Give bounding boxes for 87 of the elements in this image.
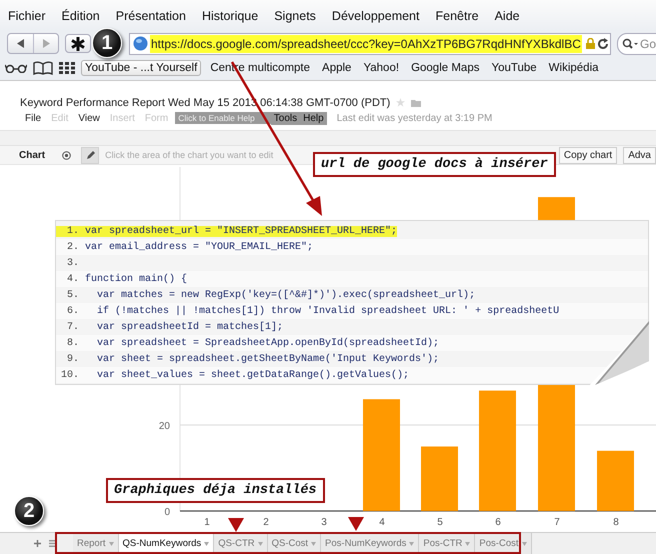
line-number: 4. [66,274,80,284]
code-line: var matches = new RegExp('key=([^&#]*)').exec(spreadsheet_url); [96,290,476,300]
code-line: var sheet_values = sheet.getDataRange().getValues(); [96,370,410,380]
axis-tick-label: 8 [613,517,619,528]
bookmark-link[interactable]: Wikipédia [546,62,602,74]
dropdown-caret-icon [522,542,526,546]
axis-tick-label: 0 [164,507,170,518]
star-icon [396,98,406,107]
lock-icon [586,38,595,49]
bar [597,450,634,511]
back-arrow-icon [16,39,24,48]
search-icon [622,38,638,50]
axis-tick-label: 3 [321,517,327,528]
tooltip: Click to Enable Help [175,112,271,124]
chart-label: Chart [19,150,46,160]
folder-icon [411,98,422,106]
glasses-icon [5,63,27,73]
last-edit-text: Last edit was yesterday at 3:19 PM [336,112,492,124]
bookmark-button[interactable]: YouTube - ...t Yourself [81,60,202,76]
dropdown-caret-icon [311,542,316,546]
code-line: var email_address = "YOUR_EMAIL_HERE"; [85,242,314,252]
dropdown-caret-icon [258,542,263,546]
code-line: function main() { [85,274,188,284]
axis-tick-label: 4 [379,517,385,528]
step-badge: 2 [14,496,44,526]
line-number: 6. [66,306,80,316]
callout-note: Graphiques déja installés [106,478,325,503]
axis-tick-label: 7 [554,517,560,528]
forward-arrow-icon [42,39,50,48]
line-number: 10. [60,370,80,380]
menu-item[interactable]: Fenêtre [427,8,487,22]
line-number: 1. [56,226,85,236]
bookmark-link[interactable]: Google Maps [408,62,482,74]
pointer-arrow [348,517,364,531]
menu-item[interactable]: Édition [54,8,108,22]
line-number: 5. [66,290,80,300]
globe-icon [133,36,148,51]
dropdown-caret-icon [409,542,414,546]
edit-button[interactable] [81,146,100,164]
toolbar-button[interactable]: Adva [623,146,656,164]
search-placeholder: Go [640,36,656,50]
pencil-icon [86,150,95,160]
chart-edit-hint: Click the area of the chart you want to edit [105,150,274,160]
line-number: 2. [66,242,80,252]
bar [421,446,458,511]
toolbar-button[interactable]: Copy chart [558,146,618,164]
grid-icon [59,62,75,74]
dropdown-caret-icon [108,542,114,546]
line-number: 3. [66,258,80,268]
pointer-arrow [228,518,244,532]
menu-item[interactable]: Historique [194,8,266,22]
menu-item[interactable]: Help [300,112,327,124]
dropdown-caret-icon [204,542,210,546]
menu-item[interactable]: Aide [486,8,528,22]
bookmark-link[interactable]: Yahoo! [360,62,402,74]
eye-icon [62,150,71,160]
code-line: var sheet = spreadsheet.getSheetByName('Input Keywords'); [96,354,440,364]
menu-item[interactable]: View [73,112,105,124]
line-number: 8. [66,338,80,348]
axis-tick-label: 5 [437,517,443,528]
menu-item[interactable]: Fichier [0,8,54,22]
code-line: var spreadsheetId = matches[1]; [96,322,284,332]
axis-tick-label: 20 [158,421,170,432]
reload-icon [596,38,609,50]
add-icon[interactable] [34,540,41,547]
axis-tick-label: 2 [263,517,269,528]
dropdown-caret-icon [465,542,470,546]
toolbar-button[interactable] [65,34,91,53]
menu-item[interactable]: File [20,112,46,124]
menu-item[interactable]: Présentation [108,8,194,22]
line-number: 9. [66,354,80,364]
menu-item[interactable]: Tools [270,112,300,124]
code-line: var spreadsheet = SpreadsheetApp.openById(spreadsheetId); [96,338,440,348]
book-icon [33,61,53,75]
address-bar[interactable]: https://docs.google.com/spreadsheet/ccc?key=0AhXzTP6BG7RqdHNfYXBkdlBC [129,32,611,54]
asterisk-icon [70,36,86,52]
axis-tick-label: 6 [495,517,501,528]
menu-item[interactable]: Développement [324,8,428,22]
line-number: 7. [66,322,80,332]
menu-item[interactable]: Signets [266,8,324,22]
bookmark-link[interactable]: Apple [319,62,354,74]
code-line: if (!matches || !matches[1]) throw 'Invalid spreadsheet URL: ' + spreadsheetU [96,306,560,316]
url-text: https://docs.google.com/spreadsheet/ccc?key=0AhXzTP6BG7RqdHNfYXBkdlBC [150,34,582,52]
bookmark-link[interactable]: YouTube [488,62,540,74]
search-field[interactable]: Go [617,32,656,54]
callout-note: url de google docs à insérer [313,152,556,177]
axis-tick-label: 1 [204,517,210,528]
